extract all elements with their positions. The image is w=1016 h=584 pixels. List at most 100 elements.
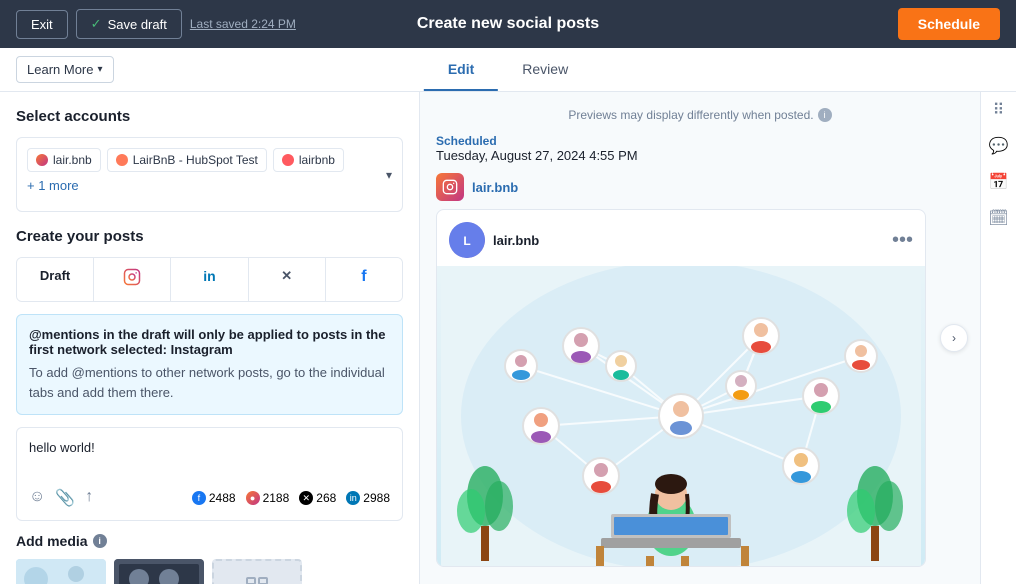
account-label-airbnb: lairbnb: [299, 153, 335, 167]
scheduled-info: Scheduled Tuesday, August 27, 2024 4:55 …: [436, 134, 964, 163]
accounts-section: Select accounts lair.bnb LairBnB - HubSp…: [16, 108, 403, 212]
media-thumb-3[interactable]: [212, 559, 302, 584]
tab-edit[interactable]: Edit: [424, 49, 498, 91]
more-accounts-link[interactable]: + 1 more: [27, 178, 79, 193]
post-image: [437, 266, 925, 566]
account-chip-instagram[interactable]: lair.bnb: [27, 148, 101, 172]
instagram-count: 2188: [263, 491, 290, 505]
account-label-hubspot: LairBnB - HubSpot Test: [133, 153, 258, 167]
svg-text:L: L: [463, 234, 470, 248]
tab-review[interactable]: Review: [498, 49, 592, 91]
check-icon: ✓: [91, 16, 102, 32]
post-network-tabs: Draft: [16, 257, 403, 302]
exit-button[interactable]: Exit: [16, 10, 68, 39]
account-chip-hubspot[interactable]: LairBnB - HubSpot Test: [107, 148, 267, 172]
notice-body-text: To add @mentions to other network posts,…: [29, 363, 390, 402]
post-preview-card: L lair.bnb •••: [436, 209, 926, 567]
twitter-badge: ✕: [299, 491, 313, 505]
hubspot-dot: [116, 154, 128, 166]
facebook-char-count: f 2488: [192, 491, 236, 505]
card-more-button[interactable]: •••: [892, 230, 913, 250]
schedule-button[interactable]: Schedule: [898, 8, 1000, 40]
post-tab-draft[interactable]: Draft: [17, 258, 94, 301]
account-label-instagram: lair.bnb: [53, 153, 92, 167]
calendar-alt-icon[interactable]: 🗓: [988, 208, 1008, 228]
main-tabs: Edit Review: [424, 49, 592, 91]
twitter-tab-icon: ✕: [281, 268, 292, 283]
posts-section: Create your posts Draft: [16, 228, 403, 584]
chevron-down-icon: ▾: [97, 64, 102, 75]
notice-bold-text: @mentions in the draft will only be appl…: [29, 327, 390, 357]
facebook-count: 2488: [209, 491, 236, 505]
preview-notice: Previews may display differently when po…: [436, 108, 964, 122]
page-title: Create new social posts: [417, 15, 599, 33]
card-header: L lair.bnb •••: [437, 210, 925, 266]
add-media-label: Add media: [16, 533, 88, 549]
learn-more-label: Learn More: [27, 62, 93, 77]
save-draft-label: Save draft: [108, 17, 167, 32]
linkedin-count: 2988: [363, 491, 390, 505]
facebook-tab-icon: f: [361, 268, 366, 285]
linkedin-badge: in: [346, 491, 360, 505]
scheduled-time: Tuesday, August 27, 2024 4:55 PM: [436, 148, 964, 163]
right-sidebar: ⠿ 💬 📅 🗓: [980, 92, 1016, 584]
media-thumb-1[interactable]: [16, 559, 106, 584]
accounts-dropdown-icon[interactable]: ▾: [386, 168, 392, 182]
airbnb-dot: [282, 154, 294, 166]
instagram-char-count: ● 2188: [246, 491, 290, 505]
post-tab-twitter[interactable]: ✕: [249, 258, 326, 301]
ig-account-row: lair.bnb: [436, 173, 964, 201]
accounts-row: lair.bnb LairBnB - HubSpot Test lairbnb …: [27, 148, 386, 193]
header-left: Exit ✓ Save draft Last saved 2:24 PM: [16, 9, 296, 39]
grid-icon[interactable]: ⠿: [993, 100, 1005, 120]
media-thumb-2[interactable]: 👥: [114, 559, 204, 584]
instagram-tab-icon: [123, 273, 141, 290]
facebook-badge: f: [192, 491, 206, 505]
post-toolbar: ☺ 📎 ↑ f 2488 ● 2188: [29, 488, 390, 508]
post-tab-instagram[interactable]: [94, 258, 171, 301]
emoji-icon[interactable]: ☺: [29, 488, 45, 508]
app-header: Exit ✓ Save draft Last saved 2:24 PM Cre…: [0, 0, 1016, 48]
preview-notice-text: Previews may display differently when po…: [568, 108, 813, 122]
avatar-image: L: [449, 222, 485, 258]
main-layout: Select accounts lair.bnb LairBnB - HubSp…: [0, 92, 1016, 584]
post-compose-box[interactable]: hello world! ☺ 📎 ↑ f 2488 ●: [16, 427, 403, 521]
account-chip-airbnb[interactable]: lairbnb: [273, 148, 344, 172]
toolbar-icons: ☺ 📎 ↑: [29, 488, 93, 508]
instagram-dot: [36, 154, 48, 166]
linkedin-char-count: in 2988: [346, 491, 390, 505]
info-icon[interactable]: i: [93, 534, 107, 548]
post-text-content[interactable]: hello world!: [29, 440, 390, 480]
post-tab-linkedin[interactable]: in: [171, 258, 248, 301]
scheduled-label: Scheduled: [436, 134, 964, 148]
next-preview-button[interactable]: ›: [940, 324, 968, 352]
save-draft-button[interactable]: ✓ Save draft: [76, 9, 182, 39]
instagram-icon: [436, 173, 464, 201]
preview-notice-info-icon: i: [818, 108, 832, 122]
learn-more-button[interactable]: Learn More ▾: [16, 56, 114, 83]
attachment-icon[interactable]: 📎: [55, 488, 75, 508]
calendar-icon[interactable]: 📅: [989, 172, 1009, 192]
left-panel: Select accounts lair.bnb LairBnB - HubSp…: [0, 92, 420, 584]
mention-icon[interactable]: ↑: [85, 488, 93, 508]
media-section: Add media i: [16, 533, 403, 584]
right-panel: Previews may display differently when po…: [420, 92, 1016, 584]
sub-header: Learn More ▾ Edit Review: [0, 48, 1016, 92]
ig-account-name: lair.bnb: [472, 180, 518, 195]
chat-icon[interactable]: 💬: [989, 136, 1009, 156]
draft-tab-label: Draft: [40, 268, 70, 283]
linkedin-tab-icon: in: [203, 268, 215, 284]
card-username: lair.bnb: [493, 233, 539, 248]
media-title: Add media i: [16, 533, 403, 549]
create-posts-title: Create your posts: [16, 228, 403, 245]
sub-header-left: Learn More ▾: [0, 56, 114, 83]
last-saved-status: Last saved 2:24 PM: [190, 17, 296, 31]
media-thumbnails: 👥: [16, 559, 403, 584]
avatar: L: [449, 222, 485, 258]
mentions-notice: @mentions in the draft will only be appl…: [16, 314, 403, 415]
post-tab-facebook[interactable]: f: [326, 258, 402, 301]
twitter-count: 268: [316, 491, 336, 505]
twitter-char-count: ✕ 268: [299, 491, 336, 505]
instagram-badge: ●: [246, 491, 260, 505]
char-counts: f 2488 ● 2188 ✕ 268 in 2: [192, 491, 390, 505]
